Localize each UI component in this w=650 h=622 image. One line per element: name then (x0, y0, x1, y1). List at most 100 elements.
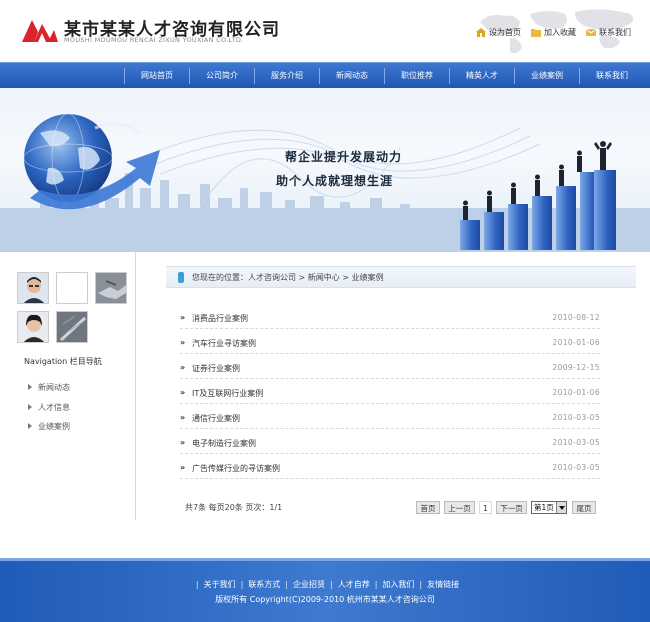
banner-artwork (0, 113, 650, 252)
sidebar-item-talent[interactable]: 人才信息 (28, 402, 70, 413)
nav-item-jobs[interactable]: 职位推荐 (385, 63, 449, 89)
double-chevron-icon: » (180, 388, 186, 397)
banner-slogan-2: 助个人成就理想生涯 (276, 174, 394, 188)
pagination-info: 共7条 每页20条 页次：1/1 (185, 503, 283, 512)
double-chevron-icon: » (180, 363, 186, 372)
nav-item-contact[interactable]: 联系我们 (580, 63, 644, 89)
person-photo (18, 273, 48, 303)
header: 某市某某人才咨询有限公司 MOUSHI MOUMOU RENCAI ZIXUN … (0, 0, 650, 60)
handshake-photo (96, 273, 126, 303)
nav-item-cases[interactable]: 业绩案例 (515, 63, 579, 89)
list-item-title[interactable]: 证券行业案例 (192, 363, 240, 374)
footer-separator: | (240, 580, 244, 589)
list-item-date: 2010-08-12 (552, 313, 600, 322)
footer-link-contact[interactable]: 联系方式 (248, 580, 280, 589)
list-item[interactable]: » 汽车行业寻访案例 2010-01-06 (180, 329, 600, 354)
nav-item-about[interactable]: 公司简介 (190, 63, 254, 89)
footer-link-recruit[interactable]: 企业招贤 (293, 580, 325, 589)
list-item-date: 2010-03-05 (552, 438, 600, 447)
footer-separator: | (195, 580, 199, 589)
list-item-date: 2009-12-15 (552, 363, 600, 372)
list-item[interactable]: » 通信行业案例 2010-03-05 (180, 404, 600, 429)
sidebar-item-label: 业绩案例 (38, 422, 70, 431)
footer-links: | 关于我们 | 联系方式 | 企业招贤 | 人才自荐 | 加入我们 | 友情链接 (0, 579, 650, 590)
list-item-title[interactable]: 通信行业案例 (192, 413, 240, 424)
next-page-button[interactable]: 下一页 (496, 501, 527, 514)
list-item[interactable]: » 广告传媒行业的寻访案例 2010-03-05 (180, 454, 600, 479)
list-item-title[interactable]: 消费品行业案例 (192, 313, 248, 324)
footer-link-friends[interactable]: 友情链接 (427, 580, 459, 589)
add-favorite-link[interactable]: 加入收藏 (531, 27, 576, 38)
company-logo-mark (22, 20, 58, 42)
avatar (56, 311, 88, 343)
list-item-title[interactable]: IT及互联网行业案例 (192, 388, 263, 399)
avatar (17, 311, 49, 343)
person-photo (18, 312, 48, 342)
last-page-button[interactable]: 尾页 (572, 501, 596, 514)
contact-us-label: 联系我们 (599, 28, 631, 37)
sidebar-item-label: 人才信息 (38, 403, 70, 412)
hero-banner: 帮企业提升发展动力 助个人成就理想生涯 (0, 88, 650, 252)
breadcrumb-text: 您现在的位置：人才咨询公司 > 新闻中心 > 业绩案例 (192, 273, 384, 282)
footer-separator: | (285, 580, 288, 589)
footer-separator: | (330, 580, 333, 589)
list-item-title[interactable]: 汽车行业寻访案例 (192, 338, 256, 349)
footer-link-about[interactable]: 关于我们 (204, 580, 236, 589)
double-chevron-icon: » (180, 438, 186, 447)
double-chevron-icon: » (180, 463, 186, 472)
list-item[interactable]: » IT及互联网行业案例 2010-01-06 (180, 379, 600, 404)
nav-item-home[interactable]: 网站首页 (125, 63, 189, 89)
avatar (56, 272, 88, 304)
sidebar-item-label: 新闻动态 (38, 383, 70, 392)
avatar (17, 272, 49, 304)
breadcrumb: 您现在的位置：人才咨询公司 > 新闻中心 > 业绩案例 (166, 266, 636, 288)
add-favorite-label: 加入收藏 (544, 28, 576, 37)
page: 某市某某人才咨询有限公司 MOUSHI MOUMOU RENCAI ZIXUN … (0, 0, 650, 622)
nav-item-services[interactable]: 服务介绍 (255, 63, 319, 89)
list-item[interactable]: » 消费品行业案例 2010-08-12 (180, 304, 600, 329)
double-chevron-icon: » (180, 413, 186, 422)
main-nav: 网站首页 公司简介 服务介绍 新闻动态 职位推荐 精英人才 业绩案例 联系我们 (0, 62, 650, 88)
double-chevron-icon: » (180, 313, 186, 322)
page-select[interactable]: 第1页 (531, 501, 567, 514)
sidebar-item-news[interactable]: 新闻动态 (28, 382, 70, 393)
set-homepage-link[interactable]: 设为首页 (476, 27, 521, 38)
page-select-value: 第1页 (534, 503, 554, 512)
first-page-button[interactable]: 首页 (416, 501, 440, 514)
left-sidebar: Navigation 栏目导航 新闻动态 人才信息 业绩案例 (0, 252, 136, 520)
company-name-en: MOUSHI MOUMOU RENCAI ZIXUN YOUXIAN CO.LT… (64, 36, 244, 44)
banner-slogan-1: 帮企业提升发展动力 (285, 150, 403, 164)
folder-icon (531, 29, 541, 37)
sidebar-item-cases[interactable]: 业绩案例 (28, 421, 70, 432)
footer-separator: | (374, 580, 378, 589)
contact-us-link[interactable]: 联系我们 (586, 27, 631, 38)
location-icon (178, 272, 184, 283)
arrow-right-icon (28, 384, 32, 390)
copyright: 版权所有 Copyright(C)2009-2010 杭州市某某人才咨询公司 (215, 595, 435, 604)
pen-document-photo (57, 312, 87, 342)
double-chevron-icon: » (180, 338, 186, 347)
list-item-date: 2010-03-05 (552, 413, 600, 422)
nav-item-news[interactable]: 新闻动态 (320, 63, 384, 89)
list-item-date: 2010-01-06 (552, 388, 600, 397)
sidebar-title: Navigation 栏目导航 (24, 357, 102, 366)
arrow-right-icon (28, 423, 32, 429)
list-item[interactable]: » 电子制造行业案例 2010-03-05 (180, 429, 600, 454)
footer-separator: | (419, 580, 423, 589)
home-icon (476, 28, 486, 37)
list-item-title[interactable]: 广告传媒行业的寻访案例 (192, 463, 280, 474)
prev-page-button[interactable]: 上一页 (444, 501, 475, 514)
top-links: 设为首页 加入收藏 联系我们 (476, 27, 631, 38)
mail-icon (586, 28, 596, 36)
avatar (95, 272, 127, 304)
list-item-date: 2010-03-05 (552, 463, 600, 472)
list-item-title[interactable]: 电子制造行业案例 (192, 438, 256, 449)
arrow-right-icon (28, 404, 32, 410)
chevron-down-icon (556, 502, 566, 513)
list-item[interactable]: » 证券行业案例 2009-12-15 (180, 354, 600, 379)
current-page-number: 1 (479, 501, 492, 514)
list-item-date: 2010-01-06 (552, 338, 600, 347)
nav-item-talent[interactable]: 精英人才 (450, 63, 514, 89)
footer-link-join[interactable]: 加入我们 (382, 580, 414, 589)
footer-link-self-recommend[interactable]: 人才自荐 (338, 580, 370, 589)
